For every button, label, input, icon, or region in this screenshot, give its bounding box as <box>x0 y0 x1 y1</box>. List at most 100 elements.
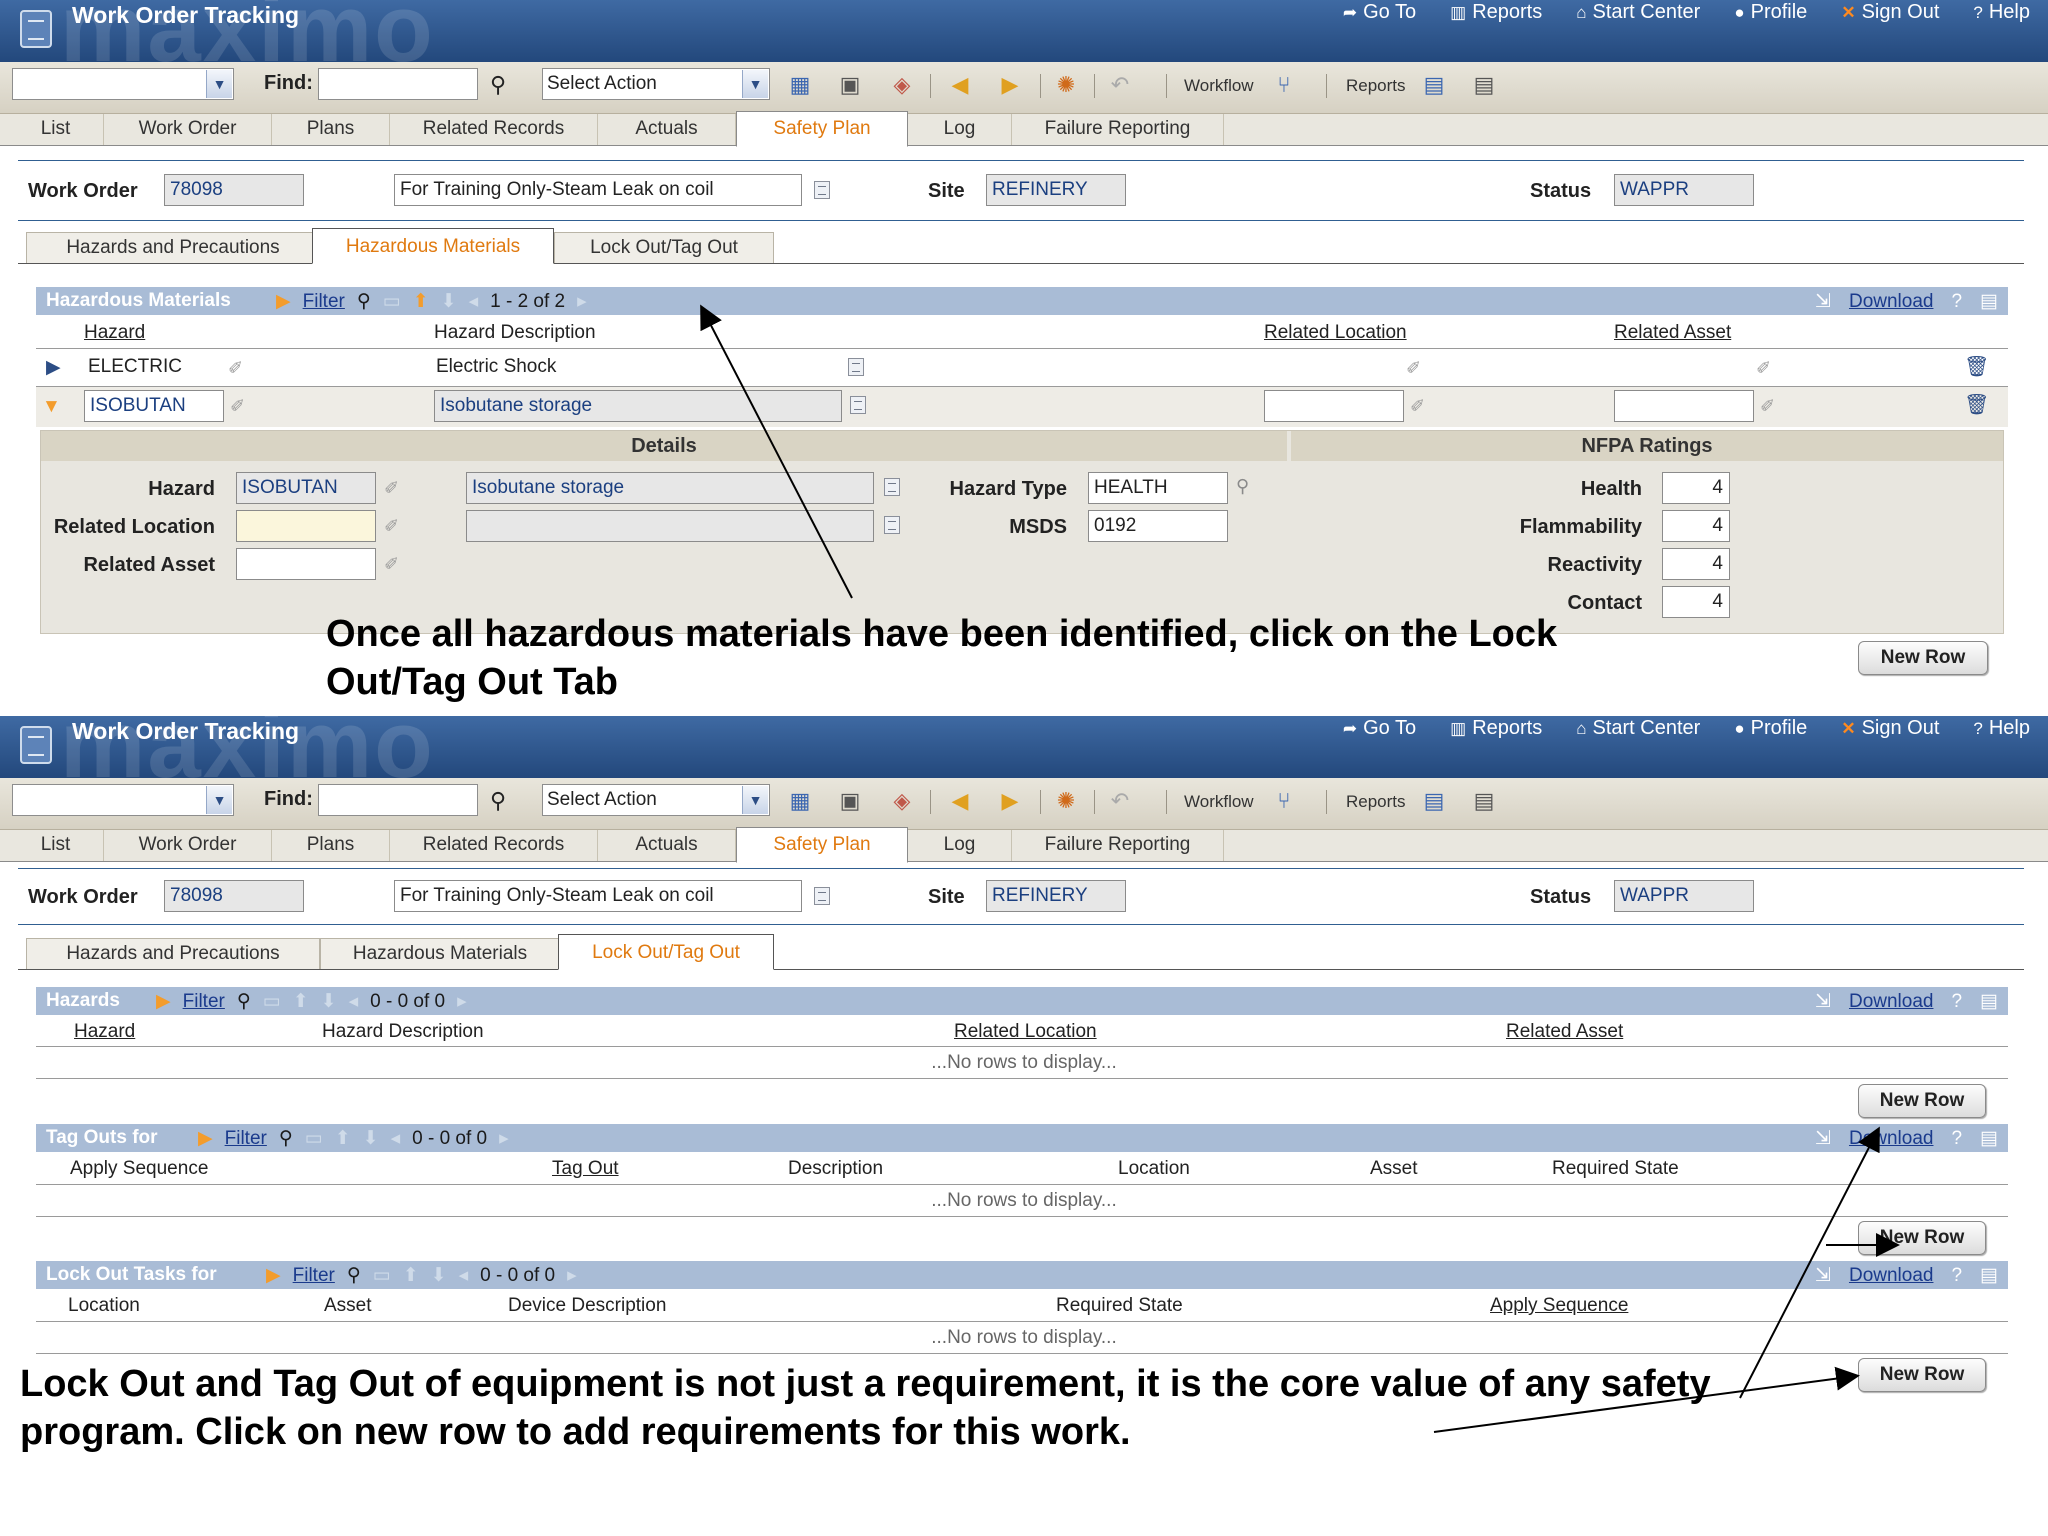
related-asset-input[interactable] <box>1614 390 1754 422</box>
tab-list[interactable]: List <box>8 114 104 145</box>
save-icon[interactable]: ▣ <box>836 787 864 815</box>
sort-up-icon[interactable]: ⬆ <box>335 1127 351 1150</box>
previous-record-icon[interactable]: ◀ <box>946 71 974 99</box>
sort-up-icon[interactable]: ⬆ <box>293 990 309 1013</box>
sort-down-icon[interactable]: ⬇ <box>321 990 337 1013</box>
sort-down-icon[interactable]: ⬇ <box>431 1264 447 1287</box>
detail-hazard-description-field[interactable]: Isobutane storage <box>466 472 874 504</box>
help-link[interactable]: ? Help <box>1973 1 2030 24</box>
sort-up-icon[interactable]: ⬆ <box>413 290 429 313</box>
reports-link[interactable]: ▥ Reports <box>1450 717 1542 740</box>
tab-actuals[interactable]: Actuals <box>598 114 736 145</box>
filter-link[interactable]: Filter <box>183 991 225 1013</box>
query-select[interactable]: ▼ <box>12 784 234 816</box>
new-row-button[interactable]: New Row <box>1858 1084 1986 1118</box>
subtab-hazards-precautions[interactable]: Hazards and Precautions <box>26 938 320 969</box>
binoculars-icon[interactable]: ⚲ <box>347 1264 361 1287</box>
filter-link[interactable]: Filter <box>293 1265 335 1287</box>
clear-icon[interactable]: ◈ <box>888 787 916 815</box>
detail-menu-icon[interactable]: ✐ <box>1760 396 1780 416</box>
help-icon[interactable]: ? <box>1951 291 1962 313</box>
subtab-hazardous-materials[interactable]: Hazardous Materials <box>320 938 560 969</box>
long-description-icon[interactable] <box>850 396 866 414</box>
download-link[interactable]: Download <box>1849 1128 1934 1150</box>
sign-out-link[interactable]: ✕ Sign Out <box>1841 717 1939 740</box>
find-input[interactable] <box>318 784 478 816</box>
binoculars-icon[interactable]: ⚲ <box>237 990 251 1013</box>
tab-related-records[interactable]: Related Records <box>390 830 598 861</box>
clear-filter-icon[interactable]: ▭ <box>305 1127 323 1150</box>
long-description-icon[interactable] <box>814 887 830 905</box>
help-icon[interactable]: ? <box>1951 1128 1962 1150</box>
subtab-hazardous-materials[interactable]: Hazardous Materials <box>312 228 554 264</box>
col-tag-out[interactable]: Tag Out <box>552 1158 619 1180</box>
detail-related-location-field[interactable] <box>236 510 376 542</box>
profile-link[interactable]: ● Profile <box>1734 1 1807 24</box>
table-settings-icon[interactable]: ▤ <box>1980 990 1998 1013</box>
subtab-hazards-precautions[interactable]: Hazards and Precautions <box>26 232 320 263</box>
long-description-icon[interactable] <box>884 516 900 534</box>
new-record-icon[interactable]: ▦ <box>786 787 814 815</box>
goto-link[interactable]: ➦ Go To <box>1343 717 1416 740</box>
hazard-type-field[interactable]: HEALTH <box>1088 472 1228 504</box>
tab-safety-plan[interactable]: Safety Plan <box>736 111 908 147</box>
site-field[interactable]: REFINERY <box>986 174 1126 206</box>
report-icon[interactable]: ▤ <box>1420 787 1448 815</box>
next-page-icon[interactable]: ▸ <box>457 990 467 1013</box>
detail-related-asset-field[interactable] <box>236 548 376 580</box>
subtab-lockout-tagout[interactable]: Lock Out/Tag Out <box>554 232 774 263</box>
download-link[interactable]: Download <box>1849 291 1934 313</box>
tab-related-records[interactable]: Related Records <box>390 114 598 145</box>
table-settings-icon[interactable]: ▤ <box>1980 1127 1998 1150</box>
status-field[interactable]: WAPPR <box>1614 880 1754 912</box>
detail-menu-icon[interactable]: ✐ <box>228 358 248 378</box>
tab-work-order[interactable]: Work Order <box>104 114 272 145</box>
previous-page-icon[interactable]: ◂ <box>469 290 479 313</box>
col-related-location[interactable]: Related Location <box>954 1021 1097 1043</box>
related-location-input[interactable] <box>1264 390 1404 422</box>
col-related-asset[interactable]: Related Asset <box>1614 322 1731 344</box>
col-apply-sequence[interactable]: Apply Sequence <box>1490 1295 1628 1317</box>
undo-icon[interactable]: ↶ <box>1106 71 1134 99</box>
detail-menu-icon[interactable]: ✐ <box>1756 358 1776 378</box>
filter-link[interactable]: Filter <box>303 291 345 313</box>
tab-plans[interactable]: Plans <box>272 830 390 861</box>
filter-link[interactable]: Filter <box>225 1128 267 1150</box>
download-link[interactable]: Download <box>1849 991 1934 1013</box>
detail-menu-icon[interactable]: ✐ <box>384 478 404 498</box>
previous-record-icon[interactable]: ◀ <box>946 787 974 815</box>
find-input[interactable] <box>318 68 478 100</box>
download-icon[interactable]: ⇲ <box>1815 1264 1831 1287</box>
detail-location-description-field[interactable] <box>466 510 874 542</box>
work-order-field[interactable]: 78098 <box>164 880 304 912</box>
binoculars-icon[interactable]: ⚲ <box>357 290 371 313</box>
query-select[interactable]: ▼ <box>12 68 234 100</box>
long-description-icon[interactable] <box>884 478 900 496</box>
expand-row-icon[interactable]: ▶ <box>46 356 61 379</box>
download-icon[interactable]: ⇲ <box>1815 290 1831 313</box>
help-icon[interactable]: ? <box>1951 1265 1962 1287</box>
detail-menu-icon[interactable]: ✐ <box>1410 396 1430 416</box>
sort-down-icon[interactable]: ⬇ <box>363 1127 379 1150</box>
download-icon[interactable]: ⇲ <box>1815 990 1831 1013</box>
col-hazard[interactable]: Hazard <box>84 322 145 344</box>
previous-page-icon[interactable]: ◂ <box>349 990 359 1013</box>
status-field[interactable]: WAPPR <box>1614 174 1754 206</box>
new-row-button[interactable]: New Row <box>1858 1221 1986 1255</box>
new-row-button[interactable]: New Row <box>1858 641 1988 675</box>
sort-down-icon[interactable]: ⬇ <box>441 290 457 313</box>
table-settings-icon[interactable]: ▤ <box>1980 1264 1998 1287</box>
contact-field[interactable]: 4 <box>1662 586 1730 618</box>
binoculars-icon[interactable]: ⚲ <box>484 787 512 815</box>
select-action-dropdown[interactable]: Select Action ▼ <box>542 784 770 816</box>
new-record-icon[interactable]: ▦ <box>786 71 814 99</box>
help-link[interactable]: ? Help <box>1973 717 2030 740</box>
save-icon[interactable]: ▣ <box>836 71 864 99</box>
download-icon[interactable]: ⇲ <box>1815 1127 1831 1150</box>
description-field[interactable]: For Training Only-Steam Leak on coil <box>394 174 802 206</box>
detail-menu-icon[interactable]: ✐ <box>384 516 404 536</box>
hazard-input[interactable]: ISOBUTAN <box>84 390 224 422</box>
detail-hazard-field[interactable]: ISOBUTAN <box>236 472 376 504</box>
clear-filter-icon[interactable]: ▭ <box>373 1264 391 1287</box>
start-center-link[interactable]: ⌂ Start Center <box>1576 1 1700 24</box>
